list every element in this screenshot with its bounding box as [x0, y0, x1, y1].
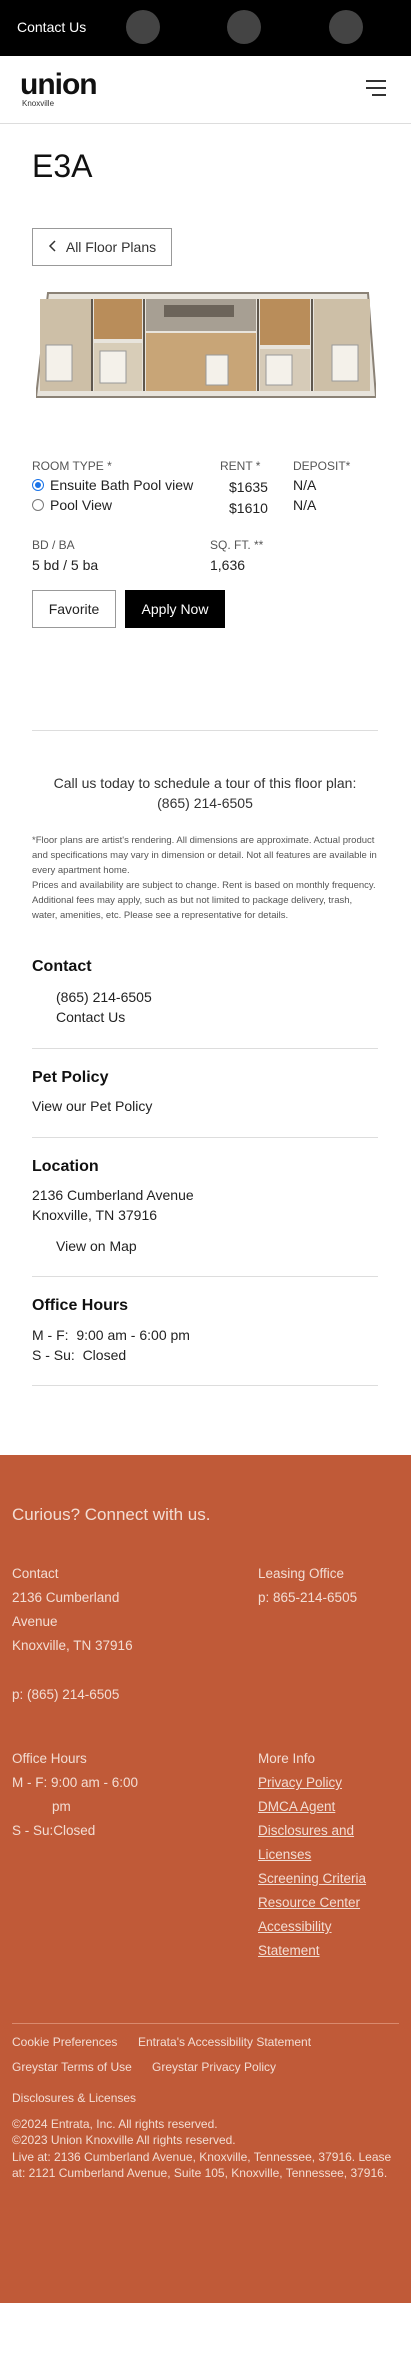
- address-line-1: 2136 Cumberland Avenue: [32, 1187, 194, 1203]
- logo-subtitle: Knoxville: [22, 99, 55, 108]
- property-address-text: Live at: 2136 Cumberland Avenue, Knoxvil…: [12, 2149, 397, 2181]
- footer-address-2: Avenue: [12, 1614, 58, 1629]
- footer-address-1: 2136 Cumberland: [12, 1590, 120, 1605]
- contact-us-link[interactable]: Contact Us: [17, 19, 86, 35]
- disclaimer-pricing: Prices and availability are subject to c…: [32, 880, 376, 921]
- divider: [32, 1276, 378, 1277]
- deposit-value: N/A: [293, 497, 317, 513]
- footer-divider: [12, 2023, 399, 2024]
- room-option-label: Ensuite Bath Pool view: [50, 477, 194, 493]
- all-floor-plans-button[interactable]: All Floor Plans: [32, 228, 172, 266]
- privacy-policy-link[interactable]: Privacy Policy: [258, 1771, 342, 1795]
- footer-headline: Curious? Connect with us.: [12, 1505, 211, 1524]
- union-copyright: ©2023 Union Knoxville All rights reserve…: [12, 2133, 236, 2147]
- divider: [32, 1048, 378, 1049]
- disclosures-licenses-link[interactable]: Disclosures & Licenses: [12, 2091, 136, 2105]
- bd-ba-label: BD / BA: [32, 538, 75, 552]
- pet-policy-link[interactable]: View our Pet Policy: [32, 1098, 152, 1114]
- tour-phone-link[interactable]: (865) 214-6505: [32, 793, 378, 813]
- leasing-office-heading: Leasing Office: [258, 1566, 345, 1581]
- room-option-label: Pool View: [50, 497, 113, 513]
- floor-plan-image[interactable]: [34, 285, 378, 403]
- footer-hours-weekend: S - Su:Closed: [12, 1823, 96, 1838]
- rent-value: $1610: [229, 500, 268, 516]
- contact-us-link[interactable]: Contact Us: [56, 1009, 125, 1025]
- pet-policy-heading: Pet Policy: [32, 1069, 109, 1086]
- sqft-value: 1,636: [210, 557, 246, 573]
- footer-address-3: Knoxville, TN 37916: [12, 1638, 133, 1653]
- apply-now-button[interactable]: Apply Now: [125, 590, 225, 628]
- top-bar: Contact Us: [0, 0, 411, 56]
- leasing-phone-link[interactable]: p: 865-214-6505: [258, 1586, 357, 1610]
- room-option[interactable]: Pool View: [32, 497, 112, 513]
- favorite-button[interactable]: Favorite: [32, 590, 116, 628]
- page-title: E3A: [32, 148, 93, 184]
- all-floor-plans-label: All Floor Plans: [65, 239, 157, 255]
- view-on-map-link[interactable]: View on Map: [56, 1238, 137, 1254]
- hours-weekday: M - F: 9:00 am - 6:00 pm: [32, 1327, 190, 1343]
- resource-center-link[interactable]: Resource Center: [258, 1891, 360, 1915]
- room-option[interactable]: Ensuite Bath Pool view: [32, 477, 193, 493]
- office-hours-heading: Office Hours: [32, 1297, 129, 1314]
- social-icon[interactable]: [227, 10, 261, 44]
- cookie-preferences-link[interactable]: Cookie Preferences: [12, 2035, 117, 2049]
- site-footer: Curious? Connect with us. Contact 2136 C…: [0, 1455, 411, 2303]
- footer-phone-link[interactable]: p: (865) 214-6505: [12, 1683, 119, 1707]
- dmca-agent-link[interactable]: DMCA Agent: [258, 1795, 335, 1819]
- disclosures-link[interactable]: Disclosures and: [258, 1819, 354, 1843]
- accessibility-link[interactable]: Accessibility: [258, 1915, 332, 1939]
- disclosures-link-cont[interactable]: Licenses: [258, 1843, 311, 1867]
- footer-hours-weekday: M - F: 9:00 am - 6:00: [12, 1775, 139, 1790]
- divider: [32, 1137, 378, 1138]
- radio-selected-icon[interactable]: [32, 479, 44, 491]
- social-icon[interactable]: [329, 10, 363, 44]
- footer-contact-heading: Contact: [12, 1566, 59, 1581]
- screening-criteria-link[interactable]: Screening Criteria: [258, 1867, 366, 1891]
- divider: [32, 730, 378, 731]
- social-icon[interactable]: [126, 10, 160, 44]
- tour-cta: Call us today to schedule a tour of this…: [32, 773, 378, 813]
- bd-ba-value: 5 bd / 5 ba: [32, 557, 99, 573]
- rent-value: $1635: [229, 479, 268, 495]
- entrata-copyright: ©2024 Entrata, Inc. All rights reserved.: [12, 2117, 218, 2131]
- rent-label: RENT *: [220, 459, 261, 473]
- radio-empty-icon[interactable]: [32, 499, 44, 511]
- divider: [32, 1385, 378, 1386]
- chevron-left-icon: [48, 239, 58, 255]
- disclaimer-floorplans: *Floor plans are artist's rendering. All…: [32, 835, 377, 876]
- logo[interactable]: union: [20, 70, 98, 100]
- sqft-label: SQ. FT. **: [210, 538, 264, 552]
- hours-weekend: S - Su: Closed: [32, 1347, 127, 1363]
- site-header: union Knoxville: [0, 56, 411, 124]
- deposit-value: N/A: [293, 477, 317, 493]
- accessibility-link-cont[interactable]: Statement: [258, 1939, 320, 1963]
- footer-hours-weekday-cont: pm: [52, 1799, 71, 1814]
- contact-heading: Contact: [32, 958, 92, 975]
- greystar-privacy-link[interactable]: Greystar Privacy Policy: [152, 2060, 276, 2074]
- deposit-label: DEPOSIT*: [293, 459, 351, 473]
- live-at-text: Live at: 2136 Cumberland Avenue, Knoxvil…: [12, 2150, 356, 2164]
- address-line-2: Knoxville, TN 37916: [32, 1207, 158, 1223]
- tour-cta-text: Call us today to schedule a tour of this…: [53, 775, 357, 791]
- entrata-accessibility-link[interactable]: Entrata's Accessibility Statement: [138, 2035, 311, 2049]
- contact-phone-link[interactable]: (865) 214-6505: [56, 989, 152, 1005]
- room-type-label: ROOM TYPE *: [32, 459, 112, 473]
- greystar-terms-link[interactable]: Greystar Terms of Use: [12, 2060, 132, 2074]
- disclaimer: *Floor plans are artist's rendering. All…: [32, 833, 378, 923]
- footer-hours-heading: Office Hours: [12, 1751, 87, 1766]
- hamburger-menu-icon[interactable]: [366, 78, 386, 98]
- more-info-heading: More Info: [258, 1751, 316, 1766]
- location-heading: Location: [32, 1158, 99, 1175]
